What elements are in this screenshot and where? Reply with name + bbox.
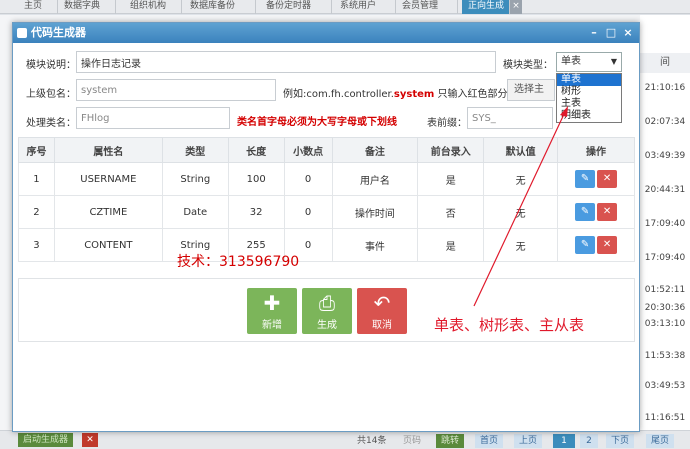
annotation-text: 单表、树形表、主从表 <box>434 316 585 334</box>
annotation-arrow <box>473 106 568 307</box>
